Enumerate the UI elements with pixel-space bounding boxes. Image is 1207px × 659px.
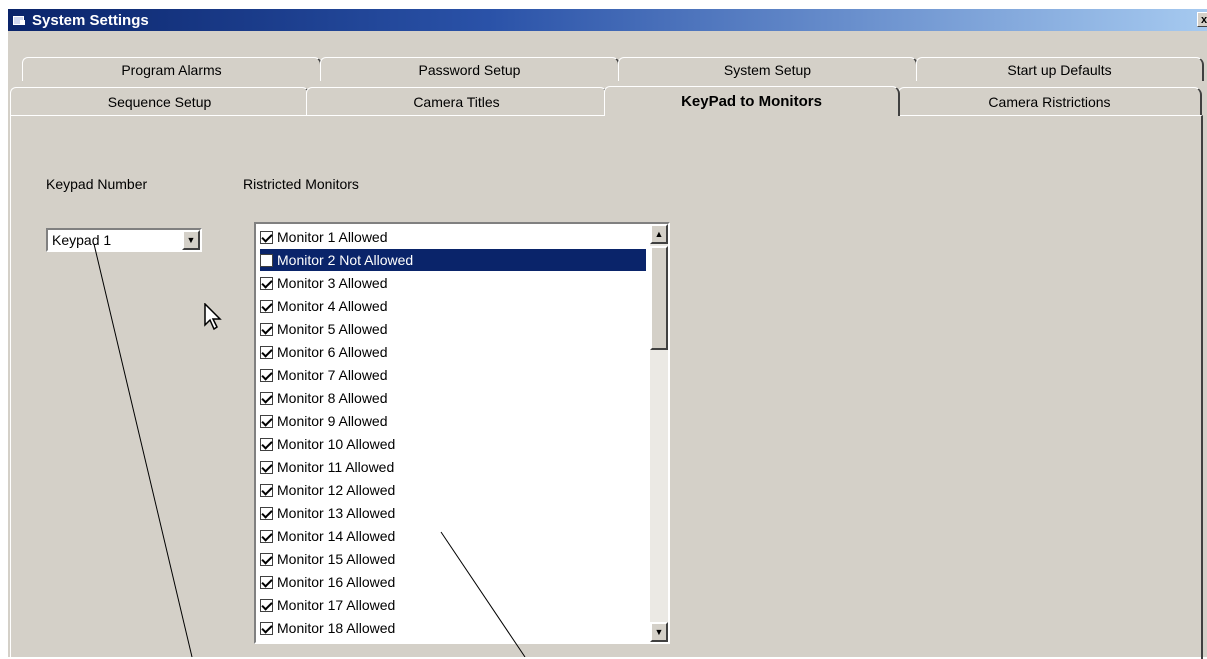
monitor-checkbox[interactable]	[260, 598, 273, 612]
list-item[interactable]: Monitor 15 Allowed	[260, 548, 646, 570]
monitor-checkbox[interactable]	[260, 230, 273, 244]
tab-camera-titles[interactable]: Camera Titles	[306, 87, 608, 115]
monitor-checkbox[interactable]	[260, 506, 273, 520]
monitor-checkbox[interactable]	[260, 276, 273, 290]
scroll-up-button[interactable]: ▲	[650, 224, 668, 244]
monitor-checkbox[interactable]	[260, 483, 273, 497]
list-item[interactable]: Monitor 18 Allowed	[260, 617, 646, 639]
keypad-number-label: Keypad Number	[46, 176, 148, 192]
monitor-label: Monitor 4 Allowed	[277, 298, 388, 314]
list-item[interactable]: Monitor 14 Allowed	[260, 525, 646, 547]
close-button[interactable]: x	[1197, 12, 1207, 27]
chevron-down-icon[interactable]: ▼	[182, 230, 200, 250]
window-app-icon	[12, 14, 26, 26]
monitor-checkbox[interactable]	[260, 391, 273, 405]
monitor-checkbox[interactable]	[260, 299, 273, 313]
monitor-label: Monitor 2 Not Allowed	[277, 252, 414, 268]
list-item[interactable]: Monitor 6 Allowed	[260, 341, 646, 363]
list-item[interactable]: Monitor 2 Not Allowed	[260, 249, 646, 271]
monitor-label: Monitor 1 Allowed	[277, 229, 388, 245]
monitor-label: Monitor 9 Allowed	[277, 413, 388, 429]
monitor-label: Monitor 14 Allowed	[277, 528, 396, 544]
tab-password-setup[interactable]: Password Setup	[320, 57, 620, 81]
monitor-checkbox[interactable]	[260, 437, 273, 451]
monitor-label: Monitor 7 Allowed	[277, 367, 388, 383]
list-item[interactable]: Monitor 11 Allowed	[260, 456, 646, 478]
keypad-select-value: Keypad 1	[52, 232, 112, 248]
monitor-label: Monitor 5 Allowed	[277, 321, 388, 337]
list-item[interactable]: Monitor 3 Allowed	[260, 272, 646, 294]
monitor-list[interactable]: Monitor 1 Allowed Monitor 2 Not Allowed Mo…	[254, 222, 670, 644]
restricted-monitors-label: Ristricted Monitors	[243, 176, 359, 192]
monitor-checkbox[interactable]	[260, 552, 273, 566]
monitor-checkbox[interactable]	[260, 322, 273, 336]
tab-start-up-defaults[interactable]: Start up Defaults	[916, 57, 1204, 81]
tab-program-alarms[interactable]: Program Alarms	[22, 57, 322, 81]
monitor-checkbox[interactable]	[260, 529, 273, 543]
scrollbar[interactable]: ▲ ▼	[650, 224, 668, 642]
monitor-label: Monitor 13 Allowed	[277, 505, 396, 521]
tab-keypad-to-monitors[interactable]: KeyPad to Monitors	[604, 86, 900, 116]
monitor-label: Monitor 10 Allowed	[277, 436, 396, 452]
monitor-label: Monitor 3 Allowed	[277, 275, 388, 291]
list-item[interactable]: Monitor 7 Allowed	[260, 364, 646, 386]
list-item[interactable]: Monitor 4 Allowed	[260, 295, 646, 317]
monitor-checkbox[interactable]	[260, 345, 273, 359]
monitor-label: Monitor 16 Allowed	[277, 574, 396, 590]
monitor-checkbox[interactable]	[260, 414, 273, 428]
tab-camera-ristrictions[interactable]: Camera Ristrictions	[898, 87, 1202, 115]
list-item[interactable]: Monitor 12 Allowed	[260, 479, 646, 501]
list-item[interactable]: Monitor 8 Allowed	[260, 387, 646, 409]
monitor-label: Monitor 12 Allowed	[277, 482, 396, 498]
tab-sequence-setup[interactable]: Sequence Setup	[10, 87, 310, 115]
title-bar[interactable]: System Settings x	[8, 9, 1207, 31]
list-item[interactable]: Monitor 17 Allowed	[260, 594, 646, 616]
monitor-checkbox[interactable]	[260, 460, 273, 474]
monitor-label: Monitor 11 Allowed	[277, 459, 395, 475]
scroll-down-button[interactable]: ▼	[650, 622, 668, 642]
tab-system-setup[interactable]: System Setup	[618, 57, 918, 81]
monitor-label: Monitor 17 Allowed	[277, 597, 396, 613]
monitor-checkbox[interactable]	[260, 621, 273, 635]
monitor-label: Monitor 6 Allowed	[277, 344, 388, 360]
monitor-label: Monitor 8 Allowed	[277, 390, 388, 406]
monitor-checkbox[interactable]	[260, 368, 273, 382]
keypad-select[interactable]: Keypad 1 ▼	[46, 228, 202, 252]
monitor-label: Monitor 15 Allowed	[277, 551, 396, 567]
mouse-pointer-icon	[204, 303, 222, 331]
monitor-label: Monitor 18 Allowed	[277, 620, 396, 636]
list-item[interactable]: Monitor 9 Allowed	[260, 410, 646, 432]
list-item[interactable]: Monitor 13 Allowed	[260, 502, 646, 524]
list-item[interactable]: Monitor 5 Allowed	[260, 318, 646, 340]
window-title: System Settings	[32, 11, 149, 29]
scroll-thumb[interactable]	[650, 246, 668, 350]
monitor-checkbox[interactable]	[260, 253, 273, 267]
list-item[interactable]: Monitor 16 Allowed	[260, 571, 646, 593]
list-item[interactable]: Monitor 1 Allowed	[260, 226, 646, 248]
monitor-checkbox[interactable]	[260, 575, 273, 589]
list-item[interactable]: Monitor 10 Allowed	[260, 433, 646, 455]
